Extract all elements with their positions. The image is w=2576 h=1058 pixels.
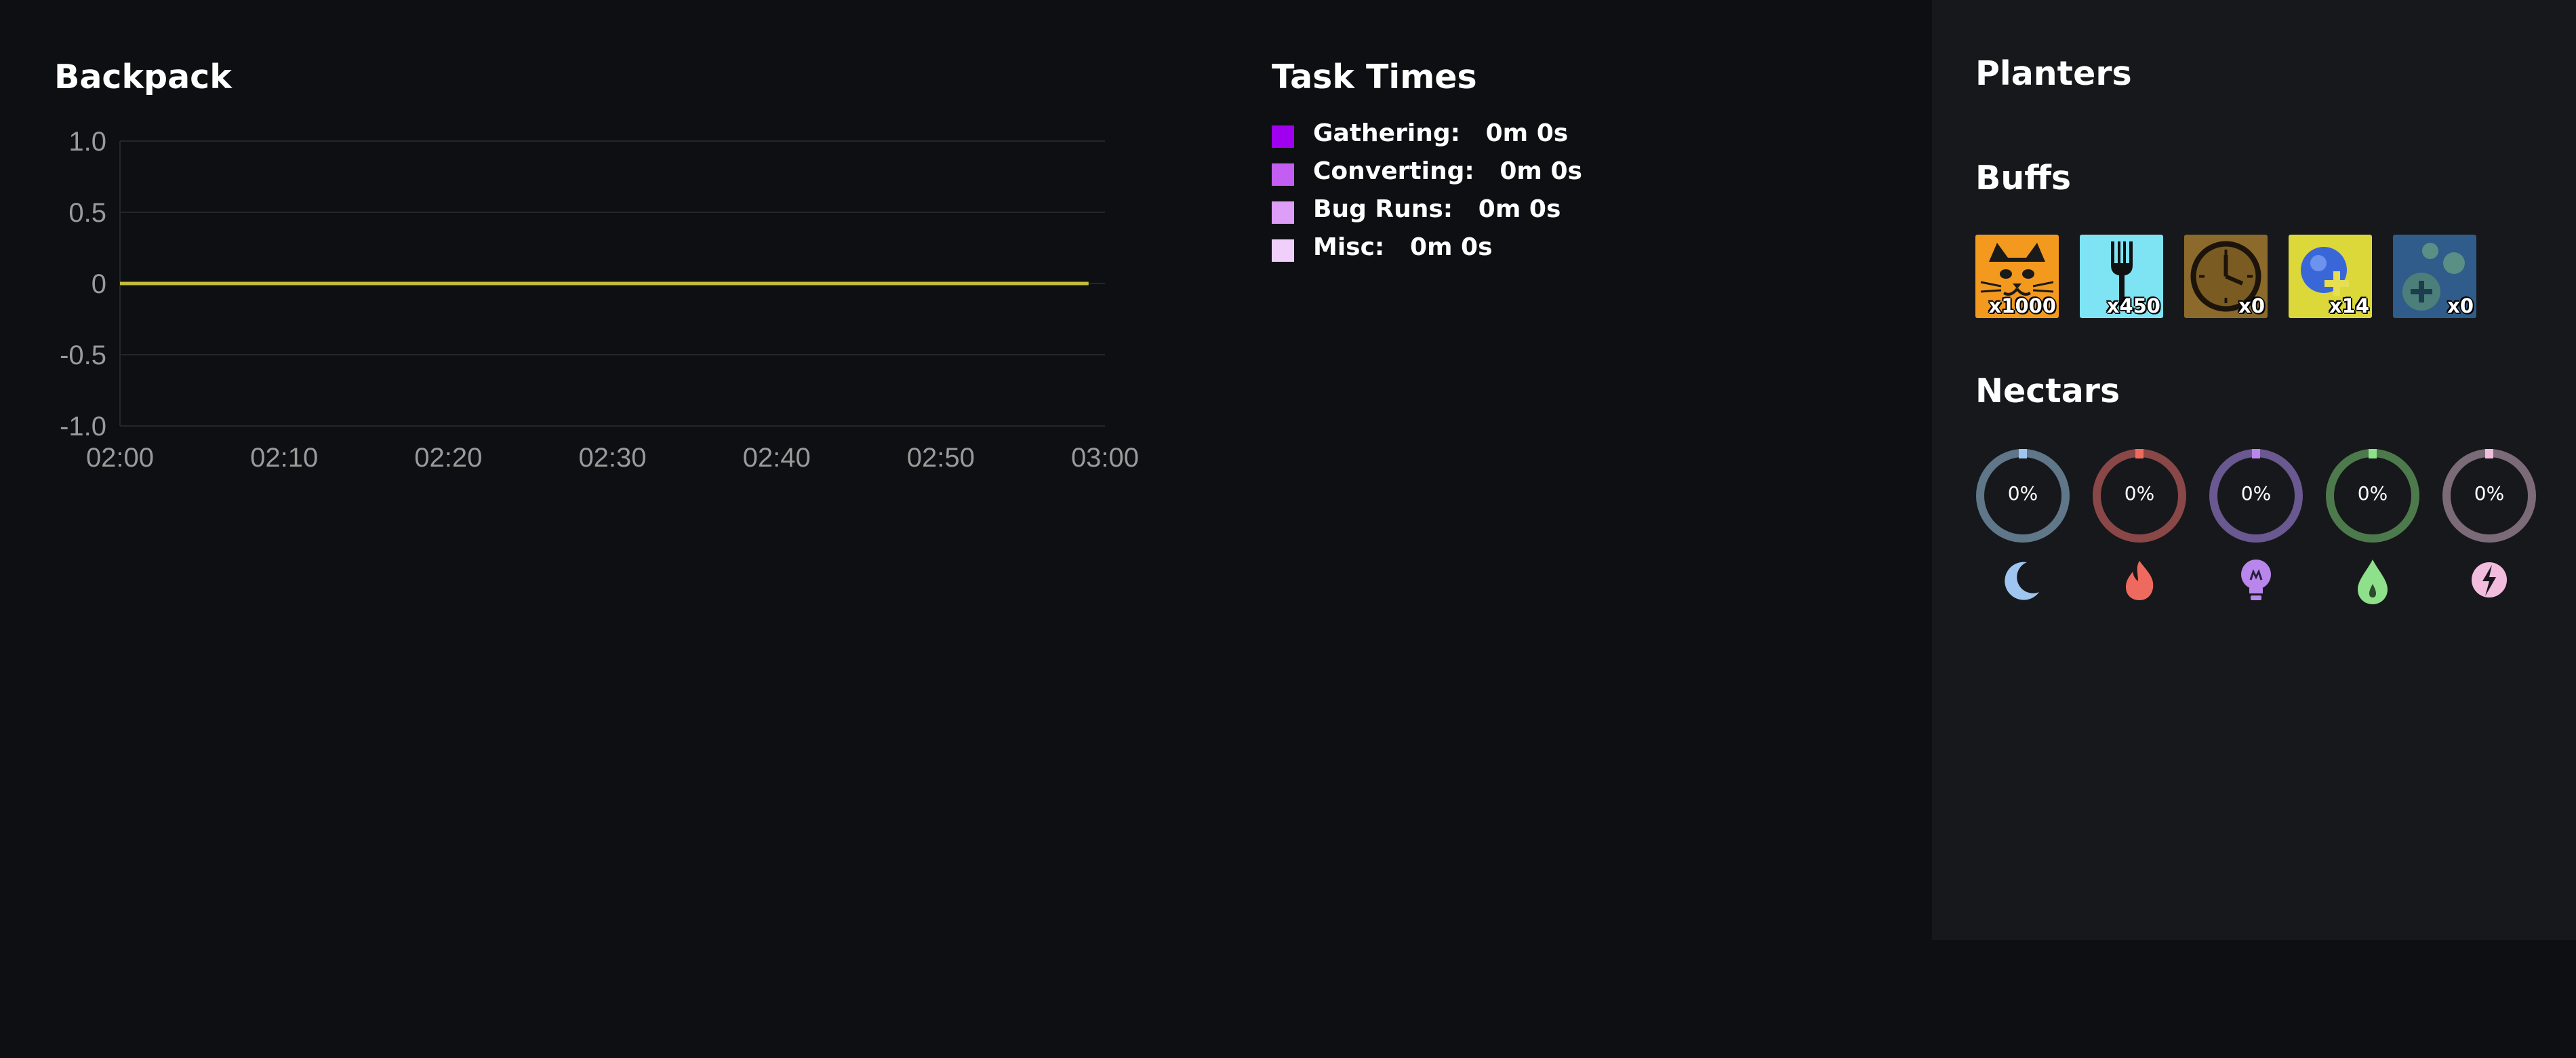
misc-swatch xyxy=(1272,239,1294,262)
nectar-comforting-percent: 0% xyxy=(2007,482,2038,505)
misc-value: 0m 0s xyxy=(1409,233,1493,261)
converting-value: 0m 0s xyxy=(1500,157,1582,185)
side-panel: Planters Buffs x1000 x450 x0 x14 x0 Nect… xyxy=(1932,0,2576,940)
nectar-motivating-percent: 0% xyxy=(2124,482,2155,505)
gathering-value: 0m 0s xyxy=(1485,119,1569,147)
gathering-swatch xyxy=(1272,125,1294,148)
y-tick-label: -0.5 xyxy=(60,340,106,370)
buff-tabby-count: x1000 xyxy=(1988,294,2056,317)
buff-bubble-bloat[interactable]: x0 xyxy=(2393,235,2476,318)
converting-label-text: Converting: xyxy=(1313,157,1474,185)
nectar-refreshing-percent: 0% xyxy=(2357,482,2388,505)
buff-tabby[interactable]: x1000 xyxy=(1975,235,2059,318)
gathering-label-text: Gathering: xyxy=(1313,119,1460,147)
y-tick-label: 0.5 xyxy=(68,198,106,228)
moon-icon xyxy=(2005,562,2039,600)
y-tick-label: -1.0 xyxy=(60,412,106,442)
x-tick-label: 02:40 xyxy=(743,443,811,473)
misc-label: Misc: 0m 0s xyxy=(1313,233,1493,261)
bug-runs-label: Bug Runs: 0m 0s xyxy=(1313,195,1561,223)
flame-icon xyxy=(2126,561,2154,600)
backpack-title: Backpack xyxy=(54,58,232,96)
buff-bubble-bloat-count: x0 xyxy=(2447,294,2474,317)
bug-runs-value: 0m 0s xyxy=(1478,195,1561,223)
nectars-title: Nectars xyxy=(1975,372,2120,410)
buffs-title: Buffs xyxy=(1975,159,2072,197)
nectar-invigorating-percent: 0% xyxy=(2474,482,2505,505)
bulb-icon xyxy=(2241,560,2271,600)
x-tick-label: 02:10 xyxy=(250,443,318,473)
y-tick-label: 0 xyxy=(92,269,106,299)
nectar-satisfying-percent: 0% xyxy=(2240,482,2272,505)
buff-clock-count: x0 xyxy=(2238,294,2265,317)
x-tick-label: 02:00 xyxy=(86,443,154,473)
bug-runs-swatch xyxy=(1272,201,1294,224)
converting-label: Converting: 0m 0s xyxy=(1313,157,1582,185)
converting-swatch xyxy=(1272,163,1294,186)
task-times-title: Task Times xyxy=(1272,58,1477,96)
buff-blue-boost[interactable]: x14 xyxy=(2289,235,2372,318)
buff-fork[interactable]: x450 xyxy=(2080,235,2163,318)
droplet-icon xyxy=(2358,560,2388,604)
y-tick-label: 1.0 xyxy=(68,127,106,157)
backpack-chart: 1.0 0.5 0 -0.5 -1.002:00 02:10 02:20 02:30 02:40… xyxy=(60,127,1139,473)
buff-blue-boost-count: x14 xyxy=(2329,294,2369,317)
buff-fork-count: x450 xyxy=(2106,294,2160,317)
misc-label-text: Misc: xyxy=(1313,233,1385,261)
gathering-label: Gathering: 0m 0s xyxy=(1313,119,1568,147)
buff-clock[interactable]: x0 xyxy=(2184,235,2268,318)
x-tick-label: 02:20 xyxy=(414,443,482,473)
x-tick-label: 02:50 xyxy=(907,443,975,473)
bolt-icon xyxy=(2472,562,2507,597)
x-tick-label: 03:00 xyxy=(1071,443,1139,473)
x-tick-label: 02:30 xyxy=(578,443,646,473)
bug-runs-label-text: Bug Runs: xyxy=(1313,195,1453,223)
planters-title: Planters xyxy=(1975,54,2132,93)
